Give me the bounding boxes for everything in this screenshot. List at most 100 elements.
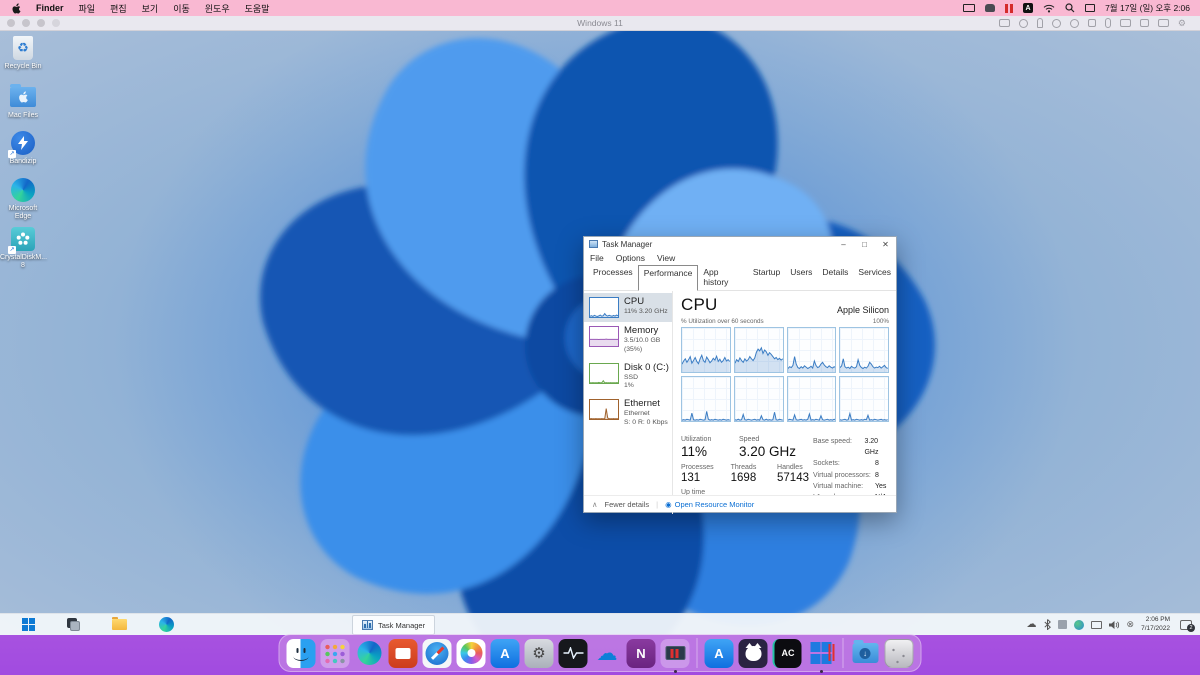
shared-network-icon[interactable] [1074, 620, 1084, 630]
sidebar-item-cpu[interactable]: CPU11% 3.20 GHz [584, 293, 672, 322]
dock-downloads-folder-icon[interactable]: ↓ [851, 639, 880, 668]
usb-icon[interactable] [1037, 18, 1043, 28]
minimize-button[interactable]: – [833, 240, 854, 249]
apple-logo-icon[interactable] [12, 3, 21, 14]
dock-app-store-2-icon[interactable]: A [705, 639, 734, 668]
desktop-icon-label: Mac Files [0, 112, 46, 120]
core-chart-4[interactable] [839, 327, 889, 373]
task-manager-titlebar[interactable]: Task Manager – □ ✕ [584, 237, 896, 251]
core-chart-2[interactable] [734, 327, 784, 373]
taskbar-clock[interactable]: 2:06 PM 7/17/2022 [1141, 616, 1170, 634]
per-core-charts [681, 327, 889, 422]
task-manager-taskbar-button[interactable]: Task Manager [352, 615, 435, 635]
wifi-icon[interactable] [1043, 3, 1055, 14]
dock-remote-desktop-icon[interactable] [389, 639, 418, 668]
dock-trash-icon[interactable] [885, 639, 914, 668]
dock-activity-monitor-icon[interactable] [559, 639, 588, 668]
shortcut-arrow-badge: ↗ [8, 246, 16, 254]
open-resource-monitor-link[interactable]: ◉ Open Resource Monitor [665, 500, 754, 509]
input-source-icon[interactable]: A [1023, 3, 1033, 13]
menu-file[interactable]: File [590, 253, 604, 263]
start-button[interactable] [22, 618, 35, 631]
menubar-app-name[interactable]: Finder [36, 3, 64, 13]
dock-edge-icon[interactable] [355, 639, 384, 668]
dock-photos-icon[interactable] [457, 639, 486, 668]
cd-icon[interactable] [1052, 19, 1061, 28]
tab-processes[interactable]: Processes [588, 265, 638, 290]
microphone-icon[interactable] [1105, 18, 1111, 28]
close-button[interactable]: ✕ [875, 240, 896, 249]
chevron-up-icon: ∧ [592, 500, 598, 509]
dock-finder-icon[interactable] [287, 639, 316, 668]
menu-options[interactable]: Options [616, 253, 645, 263]
fewer-details-button[interactable]: Fewer details [605, 500, 650, 509]
sidebar-item-ethernet[interactable]: EthernetEthernetS: 0 R: 0 Kbps [584, 395, 672, 432]
notification-center-icon[interactable]: 2 [1180, 620, 1192, 630]
menu-view[interactable]: View [657, 253, 675, 263]
menubar-menu-view[interactable]: 보기 [142, 2, 159, 15]
dock-system-preferences-icon[interactable]: ⚙ [525, 639, 554, 668]
core-chart-8[interactable] [839, 376, 889, 422]
file-explorer-icon[interactable] [112, 619, 127, 630]
parallels-status-icon[interactable] [1005, 4, 1013, 13]
core-chart-6[interactable] [734, 376, 784, 422]
core-chart-1[interactable] [681, 327, 731, 373]
core-chart-5[interactable] [681, 376, 731, 422]
menubar-menu-edit[interactable]: 편집 [110, 2, 127, 15]
system-tray: ☁ ⊗ 2:06 PM 7/17/2022 2 [1027, 616, 1200, 634]
tab-users[interactable]: Users [785, 265, 817, 290]
core-chart-3[interactable] [787, 327, 837, 373]
maximize-button[interactable]: □ [854, 240, 875, 249]
volume-icon[interactable] [1109, 620, 1120, 630]
spotlight-search-icon[interactable] [1065, 3, 1075, 14]
network-icon[interactable] [1070, 19, 1079, 28]
task-manager-menubar: File Options View [584, 251, 896, 265]
desktop-icon-recycle-bin[interactable]: ♻ Recycle Bin [0, 35, 46, 71]
dock-safari-icon[interactable] [423, 639, 452, 668]
app-status-icon[interactable] [985, 4, 995, 12]
core-chart-7[interactable] [787, 376, 837, 422]
menubar-menu-file[interactable]: 파일 [79, 2, 96, 15]
desktop-icon-mac-files[interactable]: Mac Files [0, 84, 46, 120]
printer-icon[interactable] [1120, 19, 1131, 27]
sidebar-item-memory[interactable]: Memory3.5/10.0 GB (35%) [584, 322, 672, 359]
display-status-icon[interactable] [963, 4, 975, 12]
power-icon[interactable] [1019, 19, 1028, 28]
dock-launchpad-icon[interactable] [321, 639, 350, 668]
tab-performance[interactable]: Performance [638, 265, 699, 291]
dock-onedrive-icon[interactable]: ☁ [593, 639, 622, 668]
screenshot-icon[interactable] [1158, 19, 1169, 27]
vm-settings-gear-icon[interactable]: ⚙ [1178, 19, 1186, 28]
sidebar-item-disk[interactable]: Disk 0 (C:)SSD1% [584, 359, 672, 396]
tab-details[interactable]: Details [817, 265, 853, 290]
cpu-chip-name: Apple Silicon [837, 305, 889, 315]
dock-app-store-icon[interactable]: A [491, 639, 520, 668]
tab-startup[interactable]: Startup [748, 265, 785, 290]
dock-windows-11-vm-icon[interactable] [807, 639, 836, 668]
menubar-menu-go[interactable]: 이동 [173, 2, 190, 15]
menubar-menu-help[interactable]: 도움말 [245, 2, 270, 15]
tab-app-history[interactable]: App history [698, 265, 747, 290]
display-tray-icon[interactable] [1091, 621, 1102, 629]
keyboard-icon[interactable] [999, 19, 1010, 27]
dock-onenote-icon[interactable]: N [627, 639, 656, 668]
menubar-clock[interactable]: 7월 17일 (일) 오후 2:06 [1105, 2, 1190, 14]
control-center-icon[interactable] [1085, 4, 1095, 12]
dock-appcode-icon[interactable]: AC [773, 639, 802, 668]
dock-github-desktop-icon[interactable] [739, 639, 768, 668]
camera-icon[interactable] [1140, 19, 1149, 27]
task-view-icon[interactable] [67, 618, 80, 631]
virtual-machine-value: Yes [875, 481, 886, 492]
desktop-icon-edge[interactable]: MicrosoftEdge [0, 177, 46, 221]
parallels-tools-icon[interactable] [1058, 620, 1067, 629]
bluetooth-icon[interactable] [1044, 619, 1051, 630]
eject-tray-icon[interactable]: ⊗ [1127, 619, 1135, 630]
desktop-icon-crystaldiskmark[interactable]: ↗ CrystalDiskM...8 [0, 226, 46, 270]
tab-services[interactable]: Services [853, 265, 896, 290]
sound-icon[interactable] [1088, 19, 1096, 27]
edge-taskbar-icon[interactable] [159, 617, 174, 632]
menubar-menu-window[interactable]: 윈도우 [205, 2, 230, 15]
onedrive-tray-icon[interactable]: ☁ [1027, 619, 1037, 630]
desktop-icon-bandizip[interactable]: ↗ Bandizip [0, 130, 46, 166]
dock-parallels-desktop-icon[interactable] [661, 639, 690, 668]
